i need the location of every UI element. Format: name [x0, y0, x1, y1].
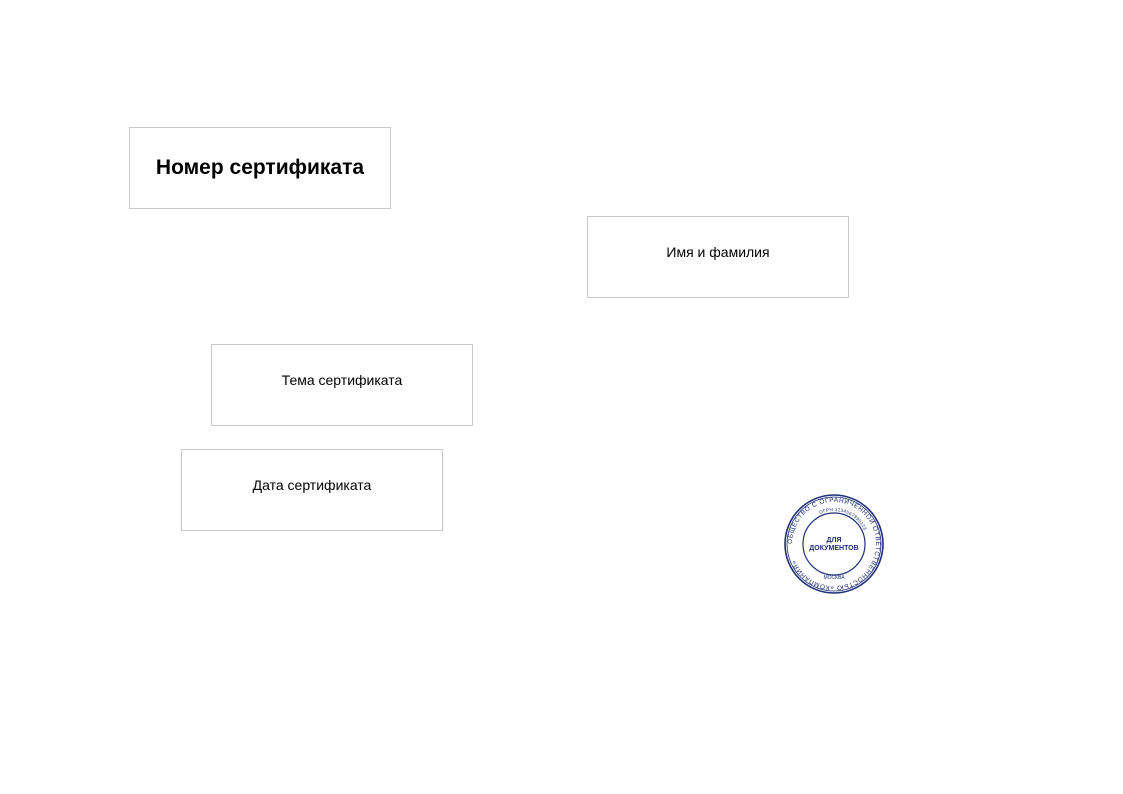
certificate-number-label: Номер сертификата — [155, 156, 365, 179]
certificate-topic-field[interactable]: Тема сертификата — [211, 344, 473, 426]
stamp-center-line2: ДОКУМЕНТОВ — [809, 545, 858, 552]
certificate-topic-label: Тема сертификата — [281, 372, 403, 388]
company-seal-stamp: ОБЩЕСТВО С ОГРАНИЧЕННОЙ ОТВЕТСТВЕННОСТЬЮ… — [783, 493, 885, 595]
stamp-bottom-text: МОСКВА — [823, 575, 845, 581]
recipient-name-field[interactable]: Имя и фамилия — [587, 216, 849, 298]
certificate-page: Номер сертификата Имя и фамилия Тема сер… — [0, 0, 1123, 794]
stamp-center-line1: ДЛЯ — [827, 537, 842, 544]
certificate-date-field[interactable]: Дата сертификата — [181, 449, 443, 531]
recipient-name-label: Имя и фамилия — [666, 244, 770, 260]
certificate-number-field[interactable]: Номер сертификата — [129, 127, 391, 209]
certificate-date-label: Дата сертификата — [252, 477, 372, 493]
